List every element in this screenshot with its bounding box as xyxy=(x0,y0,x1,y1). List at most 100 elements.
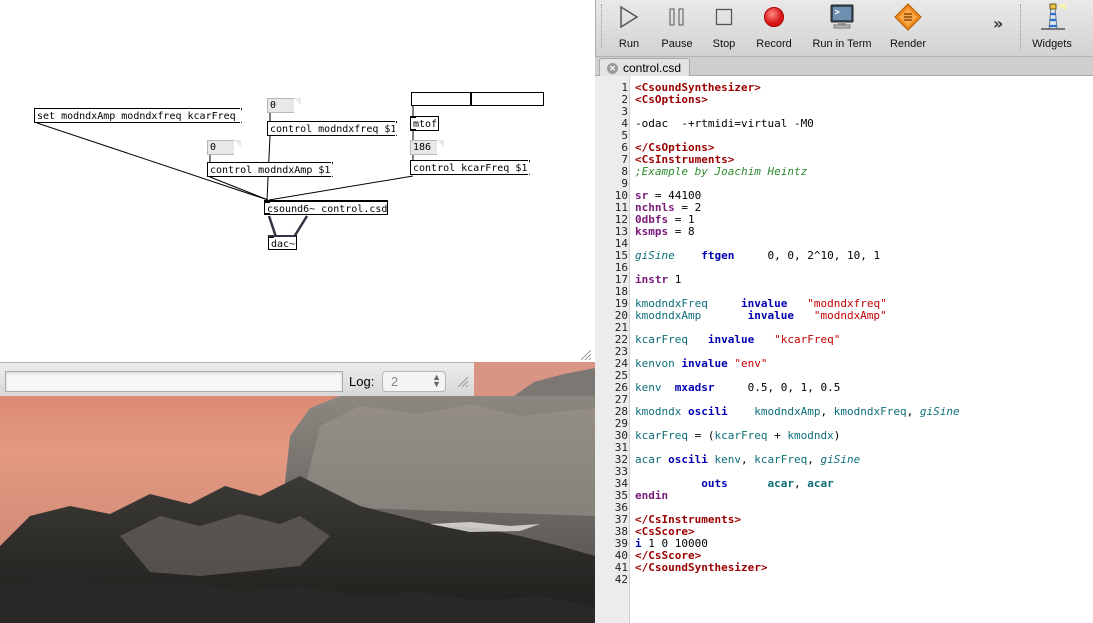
code-token: , xyxy=(906,405,920,418)
code-line[interactable]: 41 </CsoundSynthesizer> xyxy=(615,562,1093,574)
code-line[interactable]: 11 nchnls = 2 xyxy=(615,202,1093,214)
resize-grip-icon[interactable] xyxy=(458,377,468,387)
run-button[interactable]: Run xyxy=(612,2,646,52)
desktop-wallpaper-edge xyxy=(474,362,595,396)
code-line[interactable]: 22 kcarFreq invalue "kcarFreq" xyxy=(615,333,1093,346)
carfreq-number-box[interactable]: 186 xyxy=(410,140,444,155)
code-token: 1 xyxy=(668,273,682,286)
code-line[interactable]: 17 instr 1 xyxy=(615,273,1093,286)
code-token: acar xyxy=(807,477,834,490)
code-token: kmodndxFreq xyxy=(833,405,907,418)
toolbar-overflow-button[interactable]: » xyxy=(993,14,1003,33)
code-token: kmodndx xyxy=(787,429,834,442)
code-line[interactable]: 4 -odac -+rtmidi=virtual -M0 xyxy=(621,117,1093,130)
code-token: kmodndxAmp xyxy=(754,405,821,418)
code-line[interactable]: 24 kenvon invalue "env" xyxy=(615,357,1093,370)
toolbar: Run Pause Stop Record Run in Term Render… xyxy=(595,0,1093,56)
code-token: ftgen xyxy=(701,249,735,262)
pd-patch-canvas[interactable]: set modndxAmp modndxfreq kcarFreq 0 cont… xyxy=(0,0,593,362)
pause-button[interactable]: Pause xyxy=(658,2,696,52)
code-line[interactable]: 26 kenv mxadsr 0.5, 0, 1, 0.5 xyxy=(615,381,1093,394)
control-modndxAmp-message[interactable]: control modndxAmp $1 xyxy=(207,162,337,178)
carrier-hslider[interactable] xyxy=(411,92,544,106)
code-editor[interactable]: 1 <CsoundSynthesizer> 2 <CsOptions> 3 4 -odac … xyxy=(595,76,1093,623)
code-token: endin xyxy=(635,489,669,502)
run-in-term-label: Run in Term xyxy=(812,38,872,50)
code-line[interactable]: 12 0dbfs = 1 xyxy=(615,214,1093,226)
code-token: 0, 0, 2^10, 10, 1 xyxy=(734,249,881,262)
csound6-object[interactable]: csound6~ control.csd xyxy=(264,200,388,215)
code-token: outs xyxy=(701,477,728,490)
mtof-object[interactable]: mtof xyxy=(410,116,439,131)
code-line[interactable]: 2 <CsOptions> xyxy=(621,94,1093,106)
code-token: kenvon xyxy=(635,357,675,370)
line-number: 42 xyxy=(614,573,628,586)
code-text[interactable]: 1 <CsoundSynthesizer> 2 <CsOptions> 3 4 -odac … xyxy=(615,82,1093,586)
widgets-label: Widgets xyxy=(1032,38,1072,50)
code-token: giSine xyxy=(820,453,861,466)
stop-button[interactable]: Stop xyxy=(708,2,740,52)
code-token: kcarFreq xyxy=(635,333,688,346)
code-token: , xyxy=(807,453,821,466)
set-message-box[interactable]: set modndxAmp modndxfreq kcarFreq xyxy=(34,108,246,124)
dac-object[interactable]: dac~ xyxy=(268,235,297,250)
control-modndxfreq-text: control modndxfreq $1 xyxy=(270,124,397,135)
modndxAmp-number-value: 0 xyxy=(210,142,217,153)
set-message-text: set modndxAmp modndxfreq kcarFreq xyxy=(37,111,236,122)
record-button[interactable]: Record xyxy=(754,2,794,52)
code-line[interactable]: 32 acar oscili kenv, kcarFreq, giSine xyxy=(615,453,1093,466)
modndxfreq-number-value: 0 xyxy=(270,100,277,111)
code-line[interactable]: 35 endin xyxy=(615,489,1093,502)
tab-control-csd[interactable]: ✕ control.csd xyxy=(599,58,691,77)
code-line[interactable]: 39 i 1 0 10000 xyxy=(615,538,1093,550)
modndxAmp-number-box[interactable]: 0 xyxy=(207,140,241,155)
code-line[interactable]: 15 giSine ftgen 0, 0, 2^10, 10, 1 xyxy=(615,249,1093,262)
render-diamond-icon xyxy=(888,2,928,32)
code-token: -odac -+rtmidi=virtual -M0 xyxy=(635,117,814,130)
code-token: mxadsr xyxy=(674,381,715,394)
code-line[interactable]: 8 ;Example by Joachim Heintz xyxy=(621,166,1093,178)
code-line[interactable]: 30 kcarFreq = (kcarFreq + kmodndx) xyxy=(615,429,1093,442)
code-token: oscili xyxy=(687,405,728,418)
run-label: Run xyxy=(618,38,640,50)
code-token: oscili xyxy=(668,453,708,466)
run-in-term-button[interactable]: Run in Term xyxy=(810,2,874,52)
log-filter-input[interactable] xyxy=(5,371,343,392)
code-line[interactable]: 37 </CsInstruments> xyxy=(615,514,1093,526)
hslider-knob[interactable] xyxy=(470,93,472,105)
widgets-button[interactable]: Widgets xyxy=(1030,2,1074,52)
resize-grip-icon[interactable] xyxy=(581,350,591,360)
code-line[interactable]: 42 xyxy=(615,574,1093,586)
updown-arrows-icon: ▲ ▼ xyxy=(432,372,441,389)
code-line[interactable]: 28 kmodndx oscili kmodndxAmp, kmodndxFreq… xyxy=(615,405,1093,418)
close-icon[interactable]: ✕ xyxy=(607,62,618,74)
log-level-value: 2 xyxy=(391,374,399,389)
toolbar-grip[interactable] xyxy=(601,4,605,48)
code-token: giSine xyxy=(919,405,960,418)
desktop-wallpaper xyxy=(0,396,595,623)
code-token: "env" xyxy=(734,357,768,370)
code-token: kcarFreq xyxy=(635,429,688,442)
control-kcarFreq-text: control kcarFreq $1 xyxy=(413,163,528,174)
control-modndxfreq-message[interactable]: control modndxfreq $1 xyxy=(267,121,401,137)
code-line[interactable]: 16 xyxy=(615,262,1093,274)
log-level-select[interactable]: 2 ▲ ▼ xyxy=(382,371,446,392)
csoundqt-window: Run Pause Stop Record Run in Term Render… xyxy=(595,0,1093,623)
control-kcarFreq-message[interactable]: control kcarFreq $1 xyxy=(410,160,534,176)
code-line[interactable]: 20 kmodndxAmp invalue "modndxAmp" xyxy=(615,309,1093,322)
code-line[interactable]: 13 ksmps = 8 xyxy=(615,226,1093,238)
render-button[interactable]: Render xyxy=(888,2,928,52)
modndxfreq-number-box[interactable]: 0 xyxy=(267,98,301,113)
record-label: Record xyxy=(756,38,792,50)
code-token: + xyxy=(767,429,788,442)
code-line[interactable]: 9 xyxy=(621,178,1093,190)
code-line[interactable]: 34 outs acar, acar xyxy=(615,477,1093,490)
code-token: , xyxy=(741,453,755,466)
code-line[interactable]: 10 sr = 44100 xyxy=(615,190,1093,202)
